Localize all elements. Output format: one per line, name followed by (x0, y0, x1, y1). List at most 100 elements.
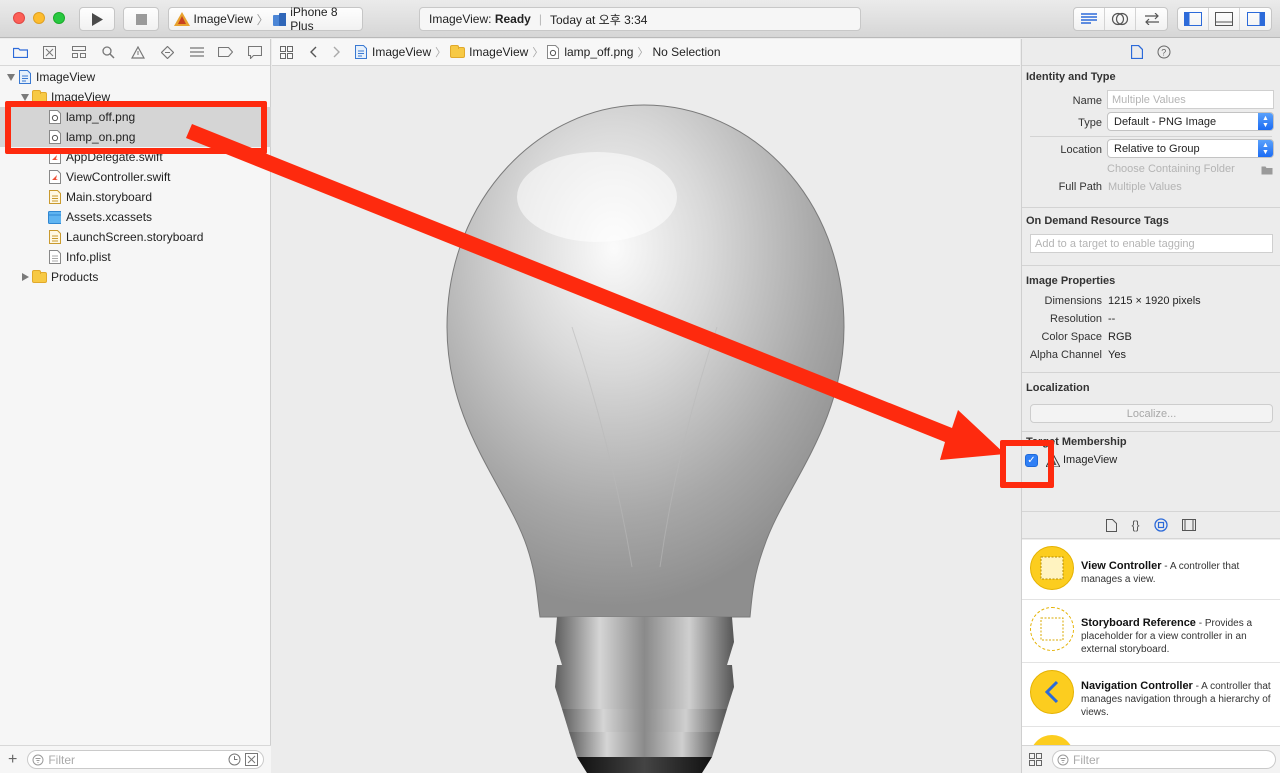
disclosure-triangle-down-icon[interactable] (20, 93, 30, 101)
device-name: iPhone 8 Plus (290, 5, 338, 33)
chevron-right-icon[interactable] (331, 46, 341, 58)
tree-row-infoplist[interactable]: Info.plist (0, 247, 271, 267)
stop-button[interactable] (123, 7, 159, 31)
type-popup[interactable]: Default - PNG Image ▲ ▼ (1107, 112, 1274, 131)
version-editor-button[interactable] (1136, 8, 1167, 30)
full-path-value: Multiple Values (1108, 181, 1182, 193)
recent-files-icon[interactable] (228, 753, 241, 766)
gauge-lines-icon (189, 46, 204, 57)
toggle-debug-button[interactable] (1209, 8, 1240, 30)
asset-catalog-icon (48, 210, 61, 225)
lightbulb-image (446, 104, 845, 773)
tree-row-launchscreen[interactable]: LaunchScreen.storyboard (0, 227, 271, 247)
tree-row-main-storyboard[interactable]: Main.storyboard (0, 187, 271, 207)
odr-placeholder: Add to a target to enable tagging (1035, 237, 1195, 250)
storyboard-reference-icon (1030, 607, 1074, 651)
image-canvas (272, 67, 1020, 773)
tree-item-label: Assets.xcassets (66, 210, 153, 224)
scheme-selector[interactable]: ImageView 〉 iPhone 8 Plus (168, 5, 363, 33)
breadcrumb-selection[interactable]: No Selection (652, 45, 720, 59)
color-space-value: RGB (1108, 331, 1132, 343)
library-item-name: Navigation Controller (1081, 680, 1193, 692)
library-footer: Filter (1022, 745, 1280, 773)
object-library-icon[interactable] (1153, 518, 1168, 532)
panel-toggle-control (1177, 7, 1272, 31)
tab-source-control[interactable] (35, 42, 64, 62)
zoom-window-button[interactable] (53, 12, 65, 24)
add-file-button[interactable]: + (8, 751, 17, 769)
source-control-icon (43, 45, 57, 59)
breadcrumb-group[interactable]: ImageView (469, 45, 528, 59)
location-popup-value: Relative to Group (1114, 142, 1200, 155)
tree-item-label: Main.storyboard (66, 190, 153, 204)
tree-item-label: ImageView (36, 70, 96, 84)
grid-view-icon[interactable] (1029, 753, 1042, 766)
editor-mode-control (1073, 7, 1168, 31)
app-target-icon (174, 12, 190, 26)
media-library-icon[interactable] (1181, 519, 1196, 531)
breadcrumb-project[interactable]: ImageView (372, 45, 431, 59)
right-panel-icon (1246, 12, 1265, 26)
tree-row-assets[interactable]: Assets.xcassets (0, 207, 271, 227)
folder-icon (32, 269, 47, 283)
tab-breakpoint-navigator[interactable] (211, 42, 240, 62)
run-button[interactable] (79, 7, 115, 31)
annotation-highlight-files (5, 101, 267, 154)
speech-bubble-icon (248, 45, 263, 59)
chevron-left-icon[interactable] (309, 46, 319, 58)
library-item-navigation-controller[interactable]: Navigation Controller - A controller tha… (1022, 670, 1280, 726)
tree-row-products[interactable]: Products (0, 267, 271, 287)
toggle-navigator-button[interactable] (1178, 8, 1209, 30)
tree-row-project[interactable]: ImageView (0, 67, 271, 87)
breadcrumb-separator-icon: 〉 (532, 47, 544, 59)
stop-icon (135, 13, 147, 25)
related-items-grid-icon[interactable] (280, 45, 293, 59)
storyboard-file-icon (48, 190, 61, 205)
tab-test-navigator[interactable] (153, 42, 182, 62)
code-snippet-icon[interactable]: {} (1131, 518, 1139, 532)
folder-icon (450, 44, 466, 58)
color-space-label: Color Space (1041, 331, 1102, 343)
file-inspector-icon[interactable] (1131, 45, 1143, 59)
toggle-inspector-button[interactable] (1240, 8, 1271, 30)
name-field[interactable]: Multiple Values (1107, 90, 1274, 109)
inspector-tab-bar: ? (1022, 39, 1280, 66)
tree-item-label: ViewController.swift (66, 170, 171, 184)
breadcrumb-file[interactable]: lamp_off.png (564, 45, 633, 59)
localize-button[interactable]: Localize... (1030, 404, 1273, 423)
minimize-window-button[interactable] (33, 12, 45, 24)
disclosure-triangle-down-icon[interactable] (6, 73, 16, 81)
quick-help-icon[interactable]: ? (1157, 45, 1171, 59)
library-item-name: View Controller (1081, 560, 1162, 572)
source-control-filter-icon[interactable] (245, 753, 259, 766)
tab-report-navigator[interactable] (241, 42, 270, 62)
location-popup[interactable]: Relative to Group ▲ ▼ (1107, 139, 1274, 158)
filter-placeholder: Filter (48, 752, 76, 767)
library-filter-field[interactable]: Filter (1052, 750, 1276, 769)
tab-issue-navigator[interactable] (123, 42, 152, 62)
tab-symbol-navigator[interactable] (65, 42, 94, 62)
navigator-filter-field[interactable]: Filter (27, 750, 265, 769)
venn-circles-icon (1111, 12, 1129, 26)
file-inspector: ? Identity and Type Name Multiple Values… (1021, 39, 1280, 773)
library-item-view-controller[interactable]: View Controller - A controller that mana… (1022, 546, 1280, 602)
library-item-storyboard-reference[interactable]: Storyboard Reference - Provides a placeh… (1022, 607, 1280, 663)
alpha-channel-value: Yes (1108, 349, 1126, 361)
tree-item-label: LaunchScreen.storyboard (66, 230, 204, 244)
tab-project-navigator[interactable] (6, 42, 35, 62)
library-tab-bar: {} (1022, 511, 1280, 539)
standard-editor-button[interactable] (1074, 8, 1105, 30)
section-title-image-props: Image Properties (1026, 275, 1116, 287)
toolbar: ImageView 〉 iPhone 8 Plus ImageView: Rea… (0, 0, 1280, 38)
project-file-icon (355, 45, 367, 59)
tab-find-navigator[interactable] (94, 42, 123, 62)
tree-row-viewcontroller[interactable]: ViewController.swift (0, 167, 271, 187)
file-template-icon[interactable] (1106, 518, 1118, 532)
activity-status: Ready (494, 12, 531, 26)
close-window-button[interactable] (13, 12, 25, 24)
scheme-name: ImageView (193, 12, 253, 26)
tab-debug-navigator[interactable] (182, 42, 211, 62)
folder-icon[interactable] (1261, 165, 1273, 175)
assistant-editor-button[interactable] (1105, 8, 1136, 30)
disclosure-triangle-right-icon[interactable] (20, 273, 30, 281)
